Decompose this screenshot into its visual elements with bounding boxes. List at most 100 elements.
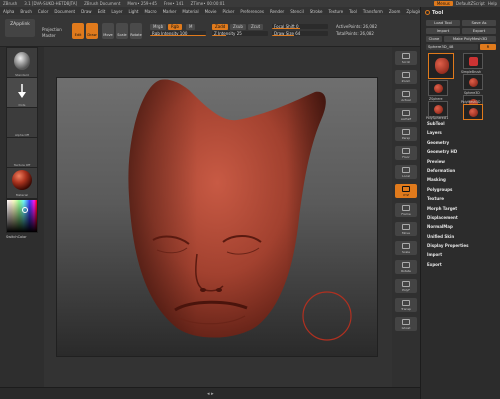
brush-slot[interactable]: Standard — [6, 47, 38, 79]
tray-button-scroll[interactable]: Scroll — [395, 51, 417, 65]
tray-button-persp[interactable]: Persp — [395, 127, 417, 141]
menu-texture[interactable]: Texture — [328, 9, 343, 14]
tray-button-rotate[interactable]: Rotate — [395, 260, 417, 274]
menu-document[interactable]: Document — [54, 9, 75, 14]
load-tool-button[interactable]: Load Tool — [426, 20, 460, 26]
focal-shift-slider[interactable]: Focal Shift 0 — [272, 24, 328, 29]
import-button[interactable]: Import — [426, 28, 460, 34]
save-as-button[interactable]: Save As — [462, 20, 496, 26]
current-tool-slider[interactable]: Sphere3D_48 — [426, 44, 478, 50]
menu-stencil[interactable]: Stencil — [290, 9, 304, 14]
rotate-button[interactable]: Rotate — [130, 23, 142, 39]
scale-button[interactable]: Scale — [116, 23, 128, 39]
subpalette-display-properties[interactable]: Display Properties — [427, 243, 468, 252]
subpalette-layers[interactable]: Layers — [427, 130, 468, 139]
menu-stroke[interactable]: Stroke — [310, 9, 323, 14]
rgb-intensity-slider[interactable]: Rgb Intensity 100 — [150, 31, 206, 36]
tray-button-polyf[interactable]: PolyF — [395, 279, 417, 293]
rgb-toggle[interactable]: Rgb — [168, 24, 182, 30]
active-points-readout: ActivePoints: 26,082 — [336, 24, 378, 29]
menu-transform[interactable]: Transform — [363, 9, 383, 14]
menu-preferences[interactable]: Preferences — [240, 9, 264, 14]
menu-brush[interactable]: Brush — [20, 9, 32, 14]
tray-button-ghost[interactable]: Ghost — [395, 317, 417, 331]
stroke-slot[interactable]: Dots — [6, 77, 38, 109]
document-canvas[interactable] — [56, 77, 378, 357]
subpalette-masking[interactable]: Masking — [427, 177, 468, 186]
tray-button-xyz[interactable]: XYZ — [395, 184, 417, 198]
menu-picker[interactable]: Picker — [222, 9, 234, 14]
menu-render[interactable]: Render — [270, 9, 284, 14]
subpalette-texture[interactable]: Texture — [427, 196, 468, 205]
tray-collapse-arrows-icon[interactable]: ◂ ▸ — [207, 391, 214, 397]
texture-slot[interactable]: Texture Off — [6, 137, 38, 169]
draw-size-slider[interactable]: Draw Size 64 — [272, 31, 328, 36]
menu-tool[interactable]: Tool — [349, 9, 357, 14]
tool-thumb-simplebrush[interactable] — [463, 53, 483, 69]
subpalette-subtool[interactable]: SubTool — [427, 121, 468, 130]
alpha-slot[interactable]: Alpha Off — [6, 107, 38, 139]
m-toggle[interactable]: M — [186, 24, 196, 30]
mrgb-toggle[interactable]: Mrgb — [150, 24, 167, 30]
default-zscript-button[interactable]: DefaultZScript — [456, 1, 485, 6]
make-polymesh3d-button[interactable]: Make PolyMesh3D — [444, 36, 496, 42]
tool-thumb-sphere3d-48[interactable] — [463, 104, 483, 120]
draw-button[interactable]: Draw — [86, 23, 98, 39]
subpalette-export[interactable]: Export — [427, 262, 468, 271]
subpalette-polygroups[interactable]: Polygroups — [427, 187, 468, 196]
material-slot[interactable]: Material — [6, 167, 38, 199]
zsub-toggle[interactable]: Zsub — [230, 24, 246, 30]
menus-button[interactable]: Menus — [433, 1, 453, 6]
zcut-toggle[interactable]: Zcut — [248, 24, 264, 30]
subpalette-preview[interactable]: Preview — [427, 159, 468, 168]
menu-marker[interactable]: Marker — [163, 9, 177, 14]
zapplink-button[interactable]: ZApplink — [5, 19, 35, 37]
zadd-toggle[interactable]: Zadd — [212, 24, 229, 30]
export-button[interactable]: Export — [462, 28, 496, 34]
menu-edit[interactable]: Edit — [98, 9, 106, 14]
subpalette-geometry-hd[interactable]: Geometry HD — [427, 149, 468, 158]
subpalette-import[interactable]: Import — [427, 252, 468, 261]
tray-button-actual[interactable]: Actual — [395, 89, 417, 103]
tray-button-move[interactable]: Move — [395, 222, 417, 236]
tool-palette-title[interactable]: Tool — [425, 10, 443, 16]
color-picker-cursor[interactable] — [22, 207, 28, 213]
menu-light[interactable]: Light — [128, 9, 138, 14]
tool-thumb-polysphere[interactable] — [428, 101, 448, 117]
menu-layer[interactable]: Layer — [111, 9, 122, 14]
edit-button[interactable]: Edit — [72, 23, 84, 39]
menu-zoom[interactable]: Zoom — [389, 9, 401, 14]
subpalette-morph-target[interactable]: Morph Target — [427, 206, 468, 215]
tray-button-transp[interactable]: Transp — [395, 298, 417, 312]
tray-button-zoom[interactable]: Zoom — [395, 70, 417, 84]
subpalette-displacement[interactable]: Displacement — [427, 215, 468, 224]
menu-alpha[interactable]: Alpha — [3, 9, 14, 14]
menu-draw[interactable]: Draw — [81, 9, 91, 14]
tray-button-frame[interactable]: Frame — [395, 203, 417, 217]
tray-button-aahalf[interactable]: AAHalf — [395, 108, 417, 122]
tray-button-scale[interactable]: Scale — [395, 241, 417, 255]
tray-button-local[interactable]: Local — [395, 165, 417, 179]
current-tool-thumb[interactable] — [428, 53, 454, 79]
projection-label[interactable]: Projection — [42, 27, 62, 32]
palette-gear-icon — [425, 10, 430, 15]
tray-button-floor[interactable]: Floor — [395, 146, 417, 160]
color-picker[interactable] — [6, 199, 38, 233]
tool-thumb-zsphere[interactable] — [428, 80, 448, 96]
menu-material[interactable]: Material — [182, 9, 198, 14]
r-button[interactable]: R — [480, 44, 496, 50]
menu-color[interactable]: Color — [38, 9, 48, 14]
master-label[interactable]: Master — [42, 33, 56, 38]
move-button[interactable]: Move — [102, 23, 114, 39]
clone-button[interactable]: Clone — [426, 36, 442, 42]
switch-color-button[interactable]: SwitchColor — [6, 235, 27, 239]
menu-movie[interactable]: Movie — [205, 9, 217, 14]
z-intensity-slider[interactable]: Z Intensity 25 — [212, 31, 268, 36]
subpalette-geometry[interactable]: Geometry — [427, 140, 468, 149]
subpalette-unified-skin[interactable]: Unified Skin — [427, 234, 468, 243]
tool-thumb-sphere3d[interactable] — [463, 74, 483, 90]
subpalette-normalmap[interactable]: NormalMap — [427, 224, 468, 233]
menu-macro[interactable]: Macro — [144, 9, 156, 14]
help-button[interactable]: Help — [488, 1, 497, 6]
subpalette-deformation[interactable]: Deformation — [427, 168, 468, 177]
